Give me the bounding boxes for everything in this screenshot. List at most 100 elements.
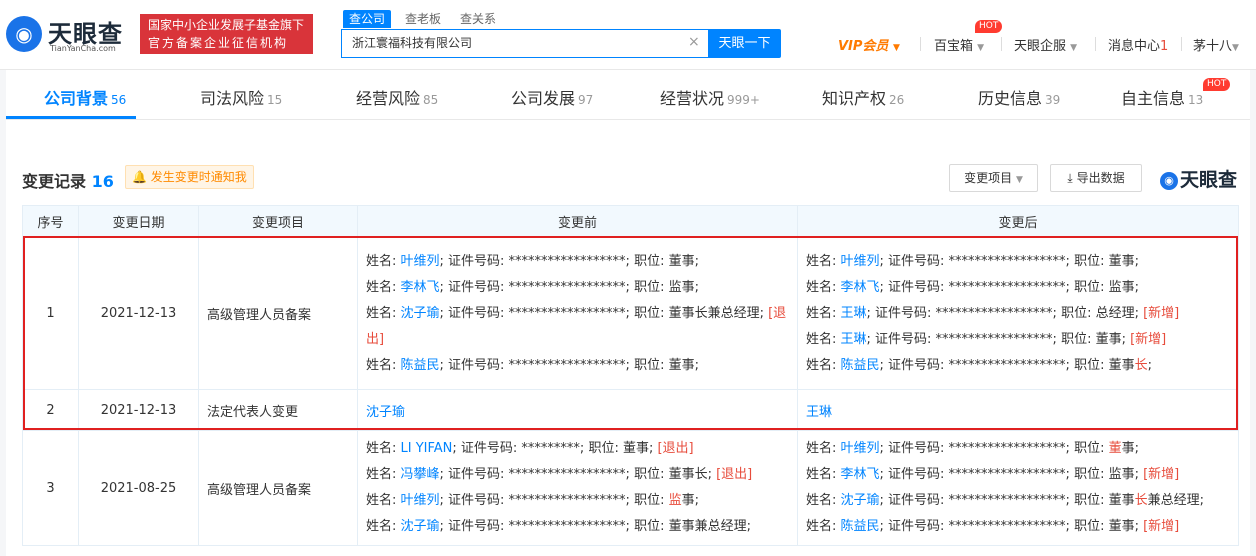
clear-search-icon[interactable]: × [688,34,700,50]
tianyancha-logo[interactable]: ◉ 天眼查 TianYanCha.com [6,14,136,56]
label-name-prefix: 姓名: [806,305,841,321]
search-input[interactable]: 浙江寰福科技有限公司 [341,29,708,58]
logo-eye-icon: ◉ [6,16,42,52]
row-before-cell: 姓名: 叶维列 ; 证件号码: ******************; 职位: 董… [357,237,798,390]
table-row: 3 2021-08-25 高级管理人员备案 姓名: LI YIFAN; 证件号码… [22,430,1239,546]
enterprise-service-menu[interactable]: 天眼企服 ▼ [1014,35,1077,54]
change-tag: 董 [1108,441,1122,456]
row-after-cell: 姓名: 叶维列; 证件号码: ******************; 职位: 董… [797,237,1239,390]
person-name-link[interactable]: 李林飞 [841,280,880,295]
person-line: 姓名: LI YIFAN; 证件号码: *********; 职位: 董事; [… [366,436,789,462]
person-line: 姓名: 叶维列; 证件号码: ******************; 职位: 董… [806,249,1230,275]
person-name-link[interactable]: 叶维列 [401,254,440,269]
top-header: ◉ 天眼查 TianYanCha.com 国家中小企业发展子基金旗下 官方备案企… [0,0,1256,70]
row-after-cell: 姓名: 叶维列; 证件号码: ******************; 职位: 董… [797,430,1239,546]
person-details-end: 兼总经理; [1147,493,1204,508]
person-line: 姓名: 冯攀峰; 证件号码: ******************; 职位: 董… [366,462,789,488]
legal-rep-before-link[interactable]: 沈子瑜 [366,405,405,420]
search-tab-boss[interactable]: 查老板 [405,10,441,28]
person-name-link[interactable]: 叶维列 [401,493,440,508]
label-name-prefix: 姓名: [806,253,841,269]
person-name-link[interactable]: 王琳 [841,306,867,321]
tab-self-info[interactable]: 自主信息 13 [1121,85,1203,109]
chevron-down-icon: ▼ [1070,43,1078,53]
header-before: 变更前 [357,205,798,238]
person-name-link[interactable]: 陈益民 [401,358,440,373]
person-name-link[interactable]: 陈益民 [841,358,880,373]
person-name-link[interactable]: 沈子瑜 [401,306,440,321]
vip-member-menu[interactable]: VIP会员 ▼ [838,35,900,54]
person-name-link[interactable]: 叶维列 [841,441,880,456]
row-no: 3 [22,430,79,546]
search-tab-relation[interactable]: 查关系 [460,10,496,28]
tab-count: 56 [111,93,127,107]
tab-label: 历史信息 [978,89,1043,108]
search-button[interactable]: 天眼一下 [708,29,781,58]
enterprise-service-label: 天眼企服 [1014,39,1067,54]
row-before-cell: 姓名: LI YIFAN; 证件号码: *********; 职位: 董事; [… [357,430,798,546]
person-details: ; 证件号码: ******************; 职位: 总经理; [866,305,1144,321]
tab-count: 13 [1188,93,1204,107]
tab-history-info[interactable]: 历史信息 39 [978,85,1060,109]
treasure-box-menu[interactable]: 百宝箱 ▼ [934,35,984,54]
change-tag: 长 [1134,357,1148,373]
label-name-prefix: 姓名: [806,279,841,295]
search-tab-company[interactable]: 查公司 [343,10,392,28]
chevron-down-icon: ▼ [1232,43,1239,53]
banner-line-1: 国家中小企业发展子基金旗下 [148,18,305,32]
message-center-label: 消息中心 [1108,39,1161,54]
person-line: 姓名: 沈子瑜; 证件号码: ******************; 职位: 董… [806,488,1230,514]
message-center-link[interactable]: 消息中心1 [1108,35,1168,54]
person-line: 姓名: 李林飞; 证件号码: ******************; 职位: 监… [806,462,1230,488]
change-item-filter[interactable]: 变更项目 ▼ [949,164,1038,192]
notify-on-change-button[interactable]: 🔔 发生变更时通知我 [125,165,254,189]
export-data-button[interactable]: ⤓ 导出数据 [1050,164,1142,192]
label-name-prefix: 姓名: [806,467,841,482]
tab-intellectual-property[interactable]: 知识产权 26 [822,85,904,109]
vip-label: VIP会员 [838,39,889,54]
user-menu[interactable]: 茅十八▼ [1193,35,1239,54]
chevron-down-icon: ▼ [1015,175,1023,185]
section-title: 变更记录 16 [22,168,114,192]
official-banner[interactable]: 国家中小企业发展子基金旗下 官方备案企业征信机构 [140,14,313,54]
tab-operation-status[interactable]: 经营状况 999+ [660,85,760,109]
person-name-link[interactable]: 李林飞 [401,280,440,295]
person-line: 姓名: 王琳; 证件号码: ******************; 职位: 总经… [806,301,1230,327]
tab-judicial-risk[interactable]: 司法风险 15 [200,85,282,109]
person-name-link[interactable]: 王琳 [841,332,867,347]
row-date: 2021-08-25 [78,430,199,546]
tab-company-background[interactable]: 公司背景 56 [44,85,126,109]
banner-line-2: 官方备案企业征信机构 [148,36,289,50]
label-name-prefix: 姓名: [806,519,841,534]
person-line: 姓名: 陈益民; 证件号码: ******************; 职位: 董… [806,353,1230,379]
person-name-link[interactable]: 沈子瑜 [401,519,440,534]
person-name-link[interactable]: 冯攀峰 [401,467,440,482]
message-count-badge: 1 [1160,39,1169,54]
tab-count: 15 [267,93,283,107]
tab-label: 公司发展 [511,89,576,108]
user-name: 茅十八 [1193,39,1233,54]
person-name-link[interactable]: 沈子瑜 [841,493,880,508]
person-name-link[interactable]: LI YIFAN [401,441,453,456]
table-row: 1 2021-12-13 高级管理人员备案 姓名: 叶维列; 证件号码: ***… [22,237,1239,390]
legal-rep-after-link[interactable]: 王琳 [806,405,832,420]
row-no: 2 [22,389,79,431]
tianyancha-watermark: ◉ 天眼查 [1160,165,1237,192]
export-label: 导出数据 [1076,171,1125,185]
section-count: 16 [91,172,114,191]
change-tag: [退出] [716,467,753,482]
row-after-cell: 王琳 [797,389,1239,431]
person-name-link[interactable]: 叶维列 [841,254,880,269]
tab-company-development[interactable]: 公司发展 97 [511,85,593,109]
treasure-box-label: 百宝箱 [934,39,974,54]
label-name-prefix: 姓名: [366,305,401,321]
person-name-link[interactable]: 李林飞 [841,467,880,482]
label-name-prefix: 姓名: [806,357,841,373]
tab-operation-risk[interactable]: 经营风险 85 [356,85,438,109]
row-item: 法定代表人变更 [198,389,358,431]
chevron-down-icon: ▼ [892,43,900,53]
bell-icon: 🔔 [132,170,147,184]
change-tag: 长 [1134,493,1148,508]
person-details: ; 证件号码: ******************; 职位: 董事; [439,357,699,373]
person-name-link[interactable]: 陈益民 [841,519,880,534]
